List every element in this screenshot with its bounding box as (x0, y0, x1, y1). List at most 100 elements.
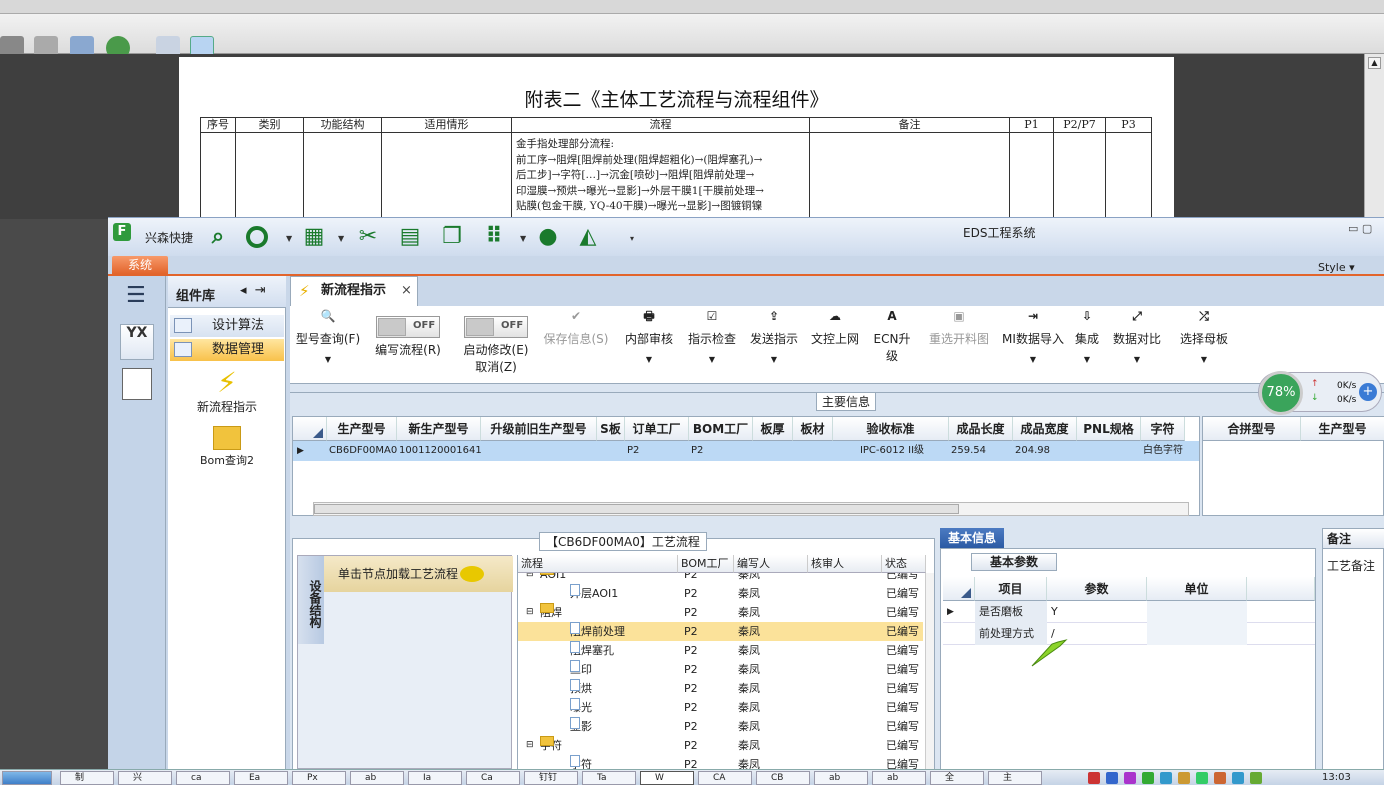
grid-header[interactable]: 订单工厂 (625, 417, 689, 441)
toolbar-button-13[interactable]: ⤮ 选择母板 ▼ (1176, 308, 1232, 364)
chevron-down-icon[interactable]: ▼ (520, 234, 526, 243)
tray-icon[interactable] (1106, 772, 1118, 784)
chevron-down-icon[interactable]: ▼ (1072, 355, 1102, 364)
tree-col-header[interactable]: 状态 (882, 555, 926, 573)
grid-header[interactable]: 成品宽度 (1013, 417, 1077, 441)
plus-icon[interactable]: + (1359, 383, 1377, 401)
close-icon[interactable]: × (401, 277, 412, 305)
tree-row[interactable]: 显影 P2 秦凤 已编写 (518, 717, 923, 736)
style-dropdown[interactable]: Style ▾ (1318, 261, 1355, 274)
chevron-down-icon[interactable]: ▼ (746, 355, 802, 364)
grid-header[interactable]: BOM工厂 (689, 417, 753, 441)
tab-device-structure[interactable]: 设备结构 (298, 556, 324, 644)
taskbar-item[interactable]: Px (292, 771, 346, 785)
taskbar-item[interactable]: ab (350, 771, 404, 785)
taskbar-item[interactable]: 钉钉 (524, 771, 578, 785)
taskbar-item[interactable]: Ca (466, 771, 520, 785)
tree-col-header[interactable]: BOM工厂 (678, 555, 734, 573)
toolbar-button-11[interactable]: ⇩ 集成 ▼ (1072, 308, 1102, 364)
taskbar-item[interactable]: Ea (234, 771, 288, 785)
tray-icon[interactable] (1142, 772, 1154, 784)
chevron-down-icon[interactable]: ▼ (684, 355, 740, 364)
film-icon[interactable]: ▤ (398, 225, 422, 249)
taskbar-item[interactable]: 全 (930, 771, 984, 785)
table-icon[interactable]: ▦ (302, 225, 326, 249)
grid-header[interactable]: 新生产型号 (397, 417, 481, 441)
taskbar-item[interactable]: Ia (408, 771, 462, 785)
component-item-data-management[interactable]: 数据管理 (170, 339, 284, 361)
tab-new-flow[interactable]: ⚡ 新流程指示 × (290, 276, 418, 306)
taskbar-item[interactable]: 制 (60, 771, 114, 785)
taskbar-item[interactable]: Ta (582, 771, 636, 785)
toggle-switch[interactable]: OFF (376, 316, 440, 338)
toolbar-button-12[interactable]: ⤢ 数据对比 ▼ (1110, 308, 1164, 364)
scroll-thumb[interactable] (314, 504, 959, 514)
expand-icon[interactable]: ⊟ (526, 736, 534, 755)
toolbar-button-1[interactable]: OFF 编写流程(R) (372, 308, 444, 358)
chevron-down-icon[interactable]: ▼ (1000, 355, 1066, 364)
customize-icon[interactable]: ▾ (630, 234, 634, 243)
window-controls[interactable]: ▭ ▢ (1348, 222, 1372, 235)
tray-icon[interactable] (1196, 772, 1208, 784)
menu-icon[interactable]: ☰ (126, 283, 146, 308)
component-item-design-algorithm[interactable]: 设计算法 (170, 315, 284, 337)
horizontal-scrollbar[interactable] (313, 502, 1189, 516)
grid-header[interactable]: 验收标准 (833, 417, 949, 441)
taskbar-item[interactable]: 主 (988, 771, 1042, 785)
toolbar-button-2[interactable]: OFF 启动修改(E) 取消(Z) (456, 308, 536, 375)
document-scrollbar[interactable]: ▲ (1364, 54, 1384, 219)
grid-header[interactable]: S板 (597, 417, 625, 441)
calculator-icon[interactable] (122, 368, 152, 400)
grid-header[interactable]: 字符 (1141, 417, 1185, 441)
tree-row[interactable]: 丝印 P2 秦凤 已编写 (518, 660, 923, 679)
tree-col-header[interactable]: 编写人 (734, 555, 808, 573)
copy-icon[interactable]: ❐ (440, 225, 464, 249)
taskbar-item[interactable]: W (640, 771, 694, 785)
chevron-down-icon[interactable]: ▼ (1110, 355, 1164, 364)
scissors-icon[interactable]: ✂ (356, 225, 380, 249)
grid-header[interactable]: 板厚 (753, 417, 793, 441)
chevron-down-icon[interactable]: ▼ (620, 355, 678, 364)
tree-col-header[interactable]: 核审人 (808, 555, 882, 573)
tray-icon[interactable] (1178, 772, 1190, 784)
expand-icon[interactable]: ⊟ (526, 603, 534, 622)
tree-row[interactable]: 字符 P2 秦凤 已编写 (518, 755, 923, 769)
user-icon[interactable]: ● (536, 225, 560, 249)
toolbar-button-6[interactable]: ⇪ 发送指示 ▼ (746, 308, 802, 364)
tree-row[interactable]: 预烘 P2 秦凤 已编写 (518, 679, 923, 698)
grid-header[interactable]: 合拼型号 (1203, 417, 1301, 441)
yx-module-icon[interactable]: YX (120, 324, 154, 360)
toolbar-button-4[interactable]: 🖶 内部审核 ▼ (620, 308, 678, 364)
taskbar-item[interactable]: CB (756, 771, 810, 785)
taskbar-item[interactable]: ab (814, 771, 868, 785)
tree-col-header[interactable]: 流程 (518, 555, 678, 573)
taskbar-item[interactable]: CA (698, 771, 752, 785)
chevron-down-icon[interactable]: ▼ (292, 355, 364, 364)
vertical-scrollbar[interactable] (925, 573, 934, 769)
component-bom-query[interactable]: Bom查询2 (168, 426, 286, 468)
toolbar-button-3[interactable]: ✔ 保存信息(S) (540, 308, 612, 347)
param-col-header[interactable]: 单位 (1147, 577, 1247, 601)
toolbar-button-8[interactable]: A ECN升级 (868, 308, 916, 364)
grid-icon[interactable]: ⠿ (482, 225, 506, 249)
tree-row[interactable]: 阻焊 ⊟ P2 秦凤 已编写 (518, 603, 923, 622)
tray-icon[interactable] (1088, 772, 1100, 784)
tray-icon[interactable] (1124, 772, 1136, 784)
tray-icon[interactable] (1232, 772, 1244, 784)
grid-header[interactable]: 升级前旧生产型号 (481, 417, 597, 441)
param-col-header[interactable]: 参数 (1047, 577, 1147, 601)
toggle-switch[interactable]: OFF (464, 316, 528, 338)
grid-header[interactable]: 板材 (793, 417, 833, 441)
grid-header[interactable]: 生产型号 (327, 417, 397, 441)
lifebuoy-icon[interactable] (246, 226, 268, 248)
tray-icon[interactable] (1214, 772, 1226, 784)
tree-row[interactable]: 外层AOI1 P2 秦凤 已编写 (518, 584, 923, 603)
grid-header[interactable]: 成品长度 (949, 417, 1013, 441)
toolbar-button-7[interactable]: ☁ 文控上网 (808, 308, 862, 347)
tab-basic-info[interactable]: 基本信息 (940, 528, 1004, 548)
tray-icon[interactable] (1160, 772, 1172, 784)
area-chart-icon[interactable]: ◭ (576, 225, 600, 249)
network-widget[interactable]: 78% 0K/s 0K/s ↑ ↓ + (1258, 371, 1382, 415)
toolbar-button-5[interactable]: ☑ 指示检查 ▼ (684, 308, 740, 364)
tab-system[interactable]: 系统 (112, 256, 168, 274)
